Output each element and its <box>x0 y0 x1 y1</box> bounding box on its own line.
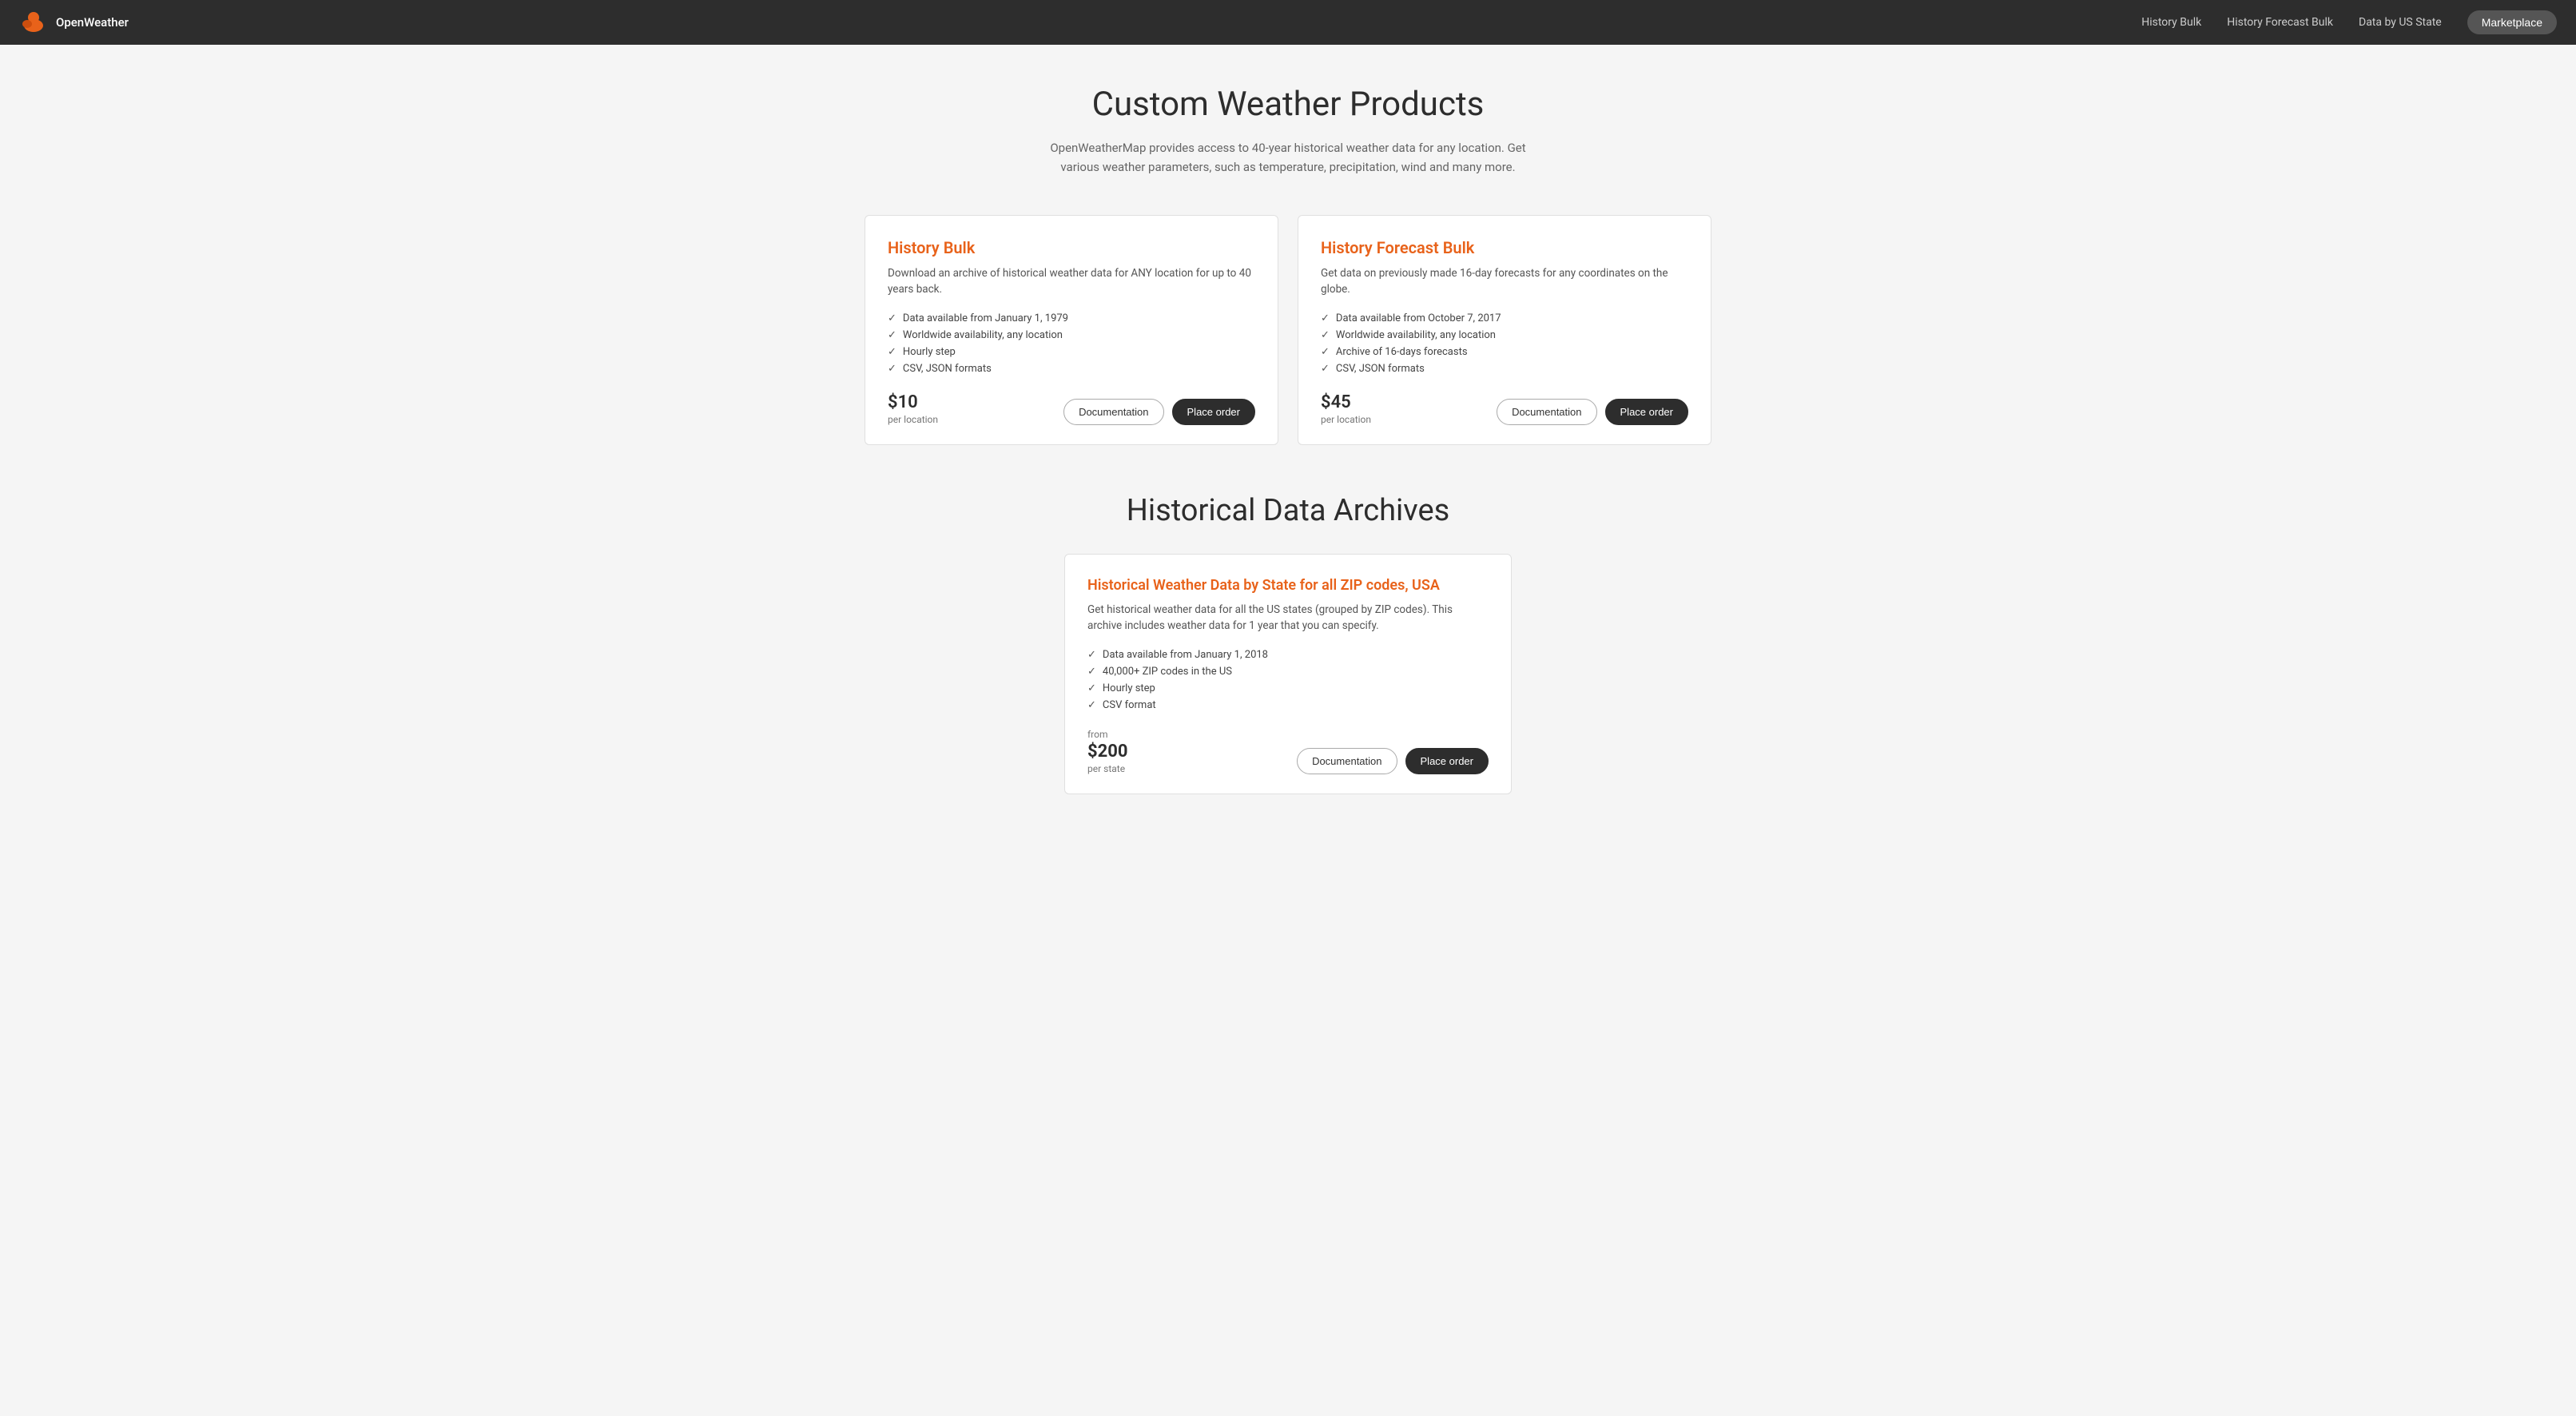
check-icon: ✓ <box>1321 312 1330 324</box>
card-features-history-bulk: ✓ Data available from January 1, 1979 ✓ … <box>888 312 1255 375</box>
archives-section: Historical Data Archives Historical Weat… <box>865 493 1711 795</box>
price-label-history-forecast-bulk: per location <box>1321 414 1371 425</box>
check-icon: ✓ <box>1087 682 1096 694</box>
documentation-button-archive[interactable]: Documentation <box>1297 748 1397 774</box>
card-title-history-bulk: History Bulk <box>888 238 1255 257</box>
feature-item: ✓ Worldwide availability, any location <box>1321 329 1688 341</box>
archive-feature-item: ✓ Hourly step <box>1087 682 1489 694</box>
nav-link-data-by-us-state[interactable]: Data by US State <box>2359 16 2442 29</box>
check-icon: ✓ <box>888 329 896 341</box>
navbar: OpenWeather History Bulk History Forecas… <box>0 0 2576 45</box>
check-icon: ✓ <box>888 346 896 358</box>
card-actions-history-bulk: Documentation Place order <box>1063 399 1255 425</box>
hero-section: Custom Weather Products OpenWeatherMap p… <box>865 85 1711 177</box>
feature-item: ✓ CSV, JSON formats <box>888 363 1255 375</box>
feature-item: ✓ Hourly step <box>888 346 1255 358</box>
archive-price-label: per state <box>1087 763 1128 774</box>
place-order-button-archive[interactable]: Place order <box>1405 748 1489 774</box>
archive-features: ✓ Data available from January 1, 2018 ✓ … <box>1087 649 1489 711</box>
price-value-history-forecast-bulk: $45 <box>1321 392 1371 412</box>
feature-item: ✓ Worldwide availability, any location <box>888 329 1255 341</box>
feature-item: ✓ Archive of 16-days forecasts <box>1321 346 1688 358</box>
card-footer-history-bulk: $10 per location Documentation Place ord… <box>888 392 1255 425</box>
archive-footer: from $200 per state Documentation Place … <box>1087 729 1489 774</box>
documentation-button-history-forecast-bulk[interactable]: Documentation <box>1497 399 1596 425</box>
documentation-button-history-bulk[interactable]: Documentation <box>1063 399 1163 425</box>
archive-feature-item: ✓ CSV format <box>1087 699 1489 711</box>
price-block-history-bulk: $10 per location <box>888 392 938 425</box>
card-description-history-bulk: Download an archive of historical weathe… <box>888 265 1255 298</box>
logo: OpenWeather <box>19 8 129 37</box>
price-block-history-forecast-bulk: $45 per location <box>1321 392 1371 425</box>
check-icon: ✓ <box>1321 346 1330 358</box>
product-card-history-bulk: History Bulk Download an archive of hist… <box>865 215 1278 445</box>
check-icon: ✓ <box>1321 363 1330 375</box>
archives-section-title: Historical Data Archives <box>865 493 1711 528</box>
price-value-history-bulk: $10 <box>888 392 938 412</box>
archive-card-actions: Documentation Place order <box>1297 748 1489 774</box>
archive-feature-item: ✓ Data available from January 1, 2018 <box>1087 649 1489 661</box>
nav-link-history-bulk[interactable]: History Bulk <box>2141 16 2201 29</box>
product-card-history-forecast-bulk: History Forecast Bulk Get data on previo… <box>1298 215 1711 445</box>
card-footer-history-forecast-bulk: $45 per location Documentation Place ord… <box>1321 392 1688 425</box>
logo-icon <box>19 8 48 37</box>
price-from-label: from <box>1087 729 1128 740</box>
hero-subtitle: OpenWeatherMap provides access to 40-yea… <box>1048 138 1528 177</box>
price-label-history-bulk: per location <box>888 414 938 425</box>
card-title-history-forecast-bulk: History Forecast Bulk <box>1321 238 1688 257</box>
check-icon: ✓ <box>888 363 896 375</box>
card-actions-history-forecast-bulk: Documentation Place order <box>1497 399 1688 425</box>
brand-name: OpenWeather <box>56 15 129 30</box>
place-order-button-history-bulk[interactable]: Place order <box>1172 399 1255 425</box>
check-icon: ✓ <box>1087 666 1096 678</box>
nav-link-history-forecast-bulk[interactable]: History Forecast Bulk <box>2227 16 2333 29</box>
archive-feature-item: ✓ 40,000+ ZIP codes in the US <box>1087 666 1489 678</box>
place-order-button-history-forecast-bulk[interactable]: Place order <box>1605 399 1688 425</box>
hero-title: Custom Weather Products <box>865 85 1711 124</box>
check-icon: ✓ <box>1087 649 1096 661</box>
feature-item: ✓ Data available from October 7, 2017 <box>1321 312 1688 324</box>
feature-item: ✓ CSV, JSON formats <box>1321 363 1688 375</box>
archive-card-historical-weather-by-state: Historical Weather Data by State for all… <box>1064 554 1512 795</box>
marketplace-button[interactable]: Marketplace <box>2467 10 2557 34</box>
nav-links: History Bulk History Forecast Bulk Data … <box>2141 10 2557 34</box>
card-features-history-forecast-bulk: ✓ Data available from October 7, 2017 ✓ … <box>1321 312 1688 375</box>
archive-card-description: Get historical weather data for all the … <box>1087 602 1489 635</box>
check-icon: ✓ <box>1321 329 1330 341</box>
main-content: Custom Weather Products OpenWeatherMap p… <box>849 45 1727 842</box>
archive-price-block: from $200 per state <box>1087 729 1128 774</box>
feature-item: ✓ Data available from January 1, 1979 <box>888 312 1255 324</box>
check-icon: ✓ <box>888 312 896 324</box>
archive-price-value: $200 <box>1087 742 1128 762</box>
archive-card-title: Historical Weather Data by State for all… <box>1087 577 1489 594</box>
card-description-history-forecast-bulk: Get data on previously made 16-day forec… <box>1321 265 1688 298</box>
product-cards-row: History Bulk Download an archive of hist… <box>865 215 1711 445</box>
check-icon: ✓ <box>1087 699 1096 711</box>
